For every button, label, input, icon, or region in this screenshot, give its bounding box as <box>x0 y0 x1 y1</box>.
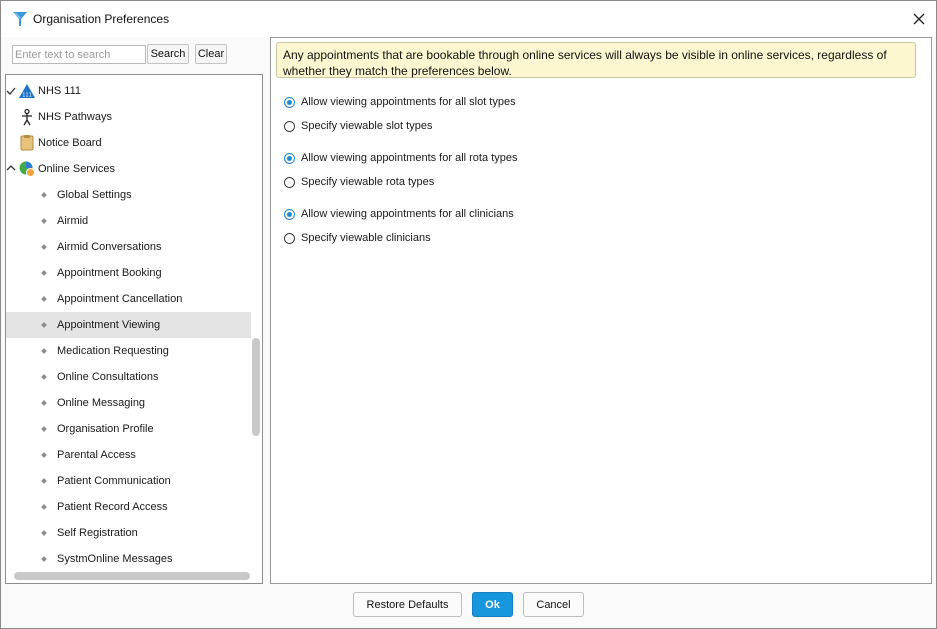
radio-label: Specify viewable rota types <box>301 176 435 188</box>
radio-button[interactable] <box>284 96 295 108</box>
online-services-globe-icon <box>19 161 35 177</box>
tree-item-systmonline-messages[interactable]: SystmOnline Messages <box>6 546 251 572</box>
diamond-bullet-icon <box>41 296 47 302</box>
diamond-bullet-icon <box>41 452 47 458</box>
tree-item-nhs-111[interactable]: 111 NHS 111 <box>6 78 251 104</box>
diamond-bullet-icon <box>41 530 47 536</box>
tree-item-nhs-pathways[interactable]: NHS Pathways <box>6 104 251 130</box>
radio-all-clinicians[interactable]: Allow viewing appointments for all clini… <box>284 205 514 223</box>
radio-button[interactable] <box>284 232 295 244</box>
tree-item-label: Medication Requesting <box>57 345 169 357</box>
tree-item-appointment-cancellation[interactable]: Appointment Cancellation <box>6 286 251 312</box>
diamond-bullet-icon <box>41 348 47 354</box>
diamond-bullet-icon <box>41 374 47 380</box>
radio-button[interactable] <box>284 120 295 132</box>
tree-item-label: Airmid <box>57 215 89 227</box>
window-title: Organisation Preferences <box>33 12 170 26</box>
tree-item-label: Online Services <box>38 163 116 175</box>
vertical-scrollbar[interactable] <box>252 338 260 436</box>
nhs111-icon: 111 <box>19 84 35 99</box>
radio-button[interactable] <box>284 152 295 164</box>
close-button[interactable] <box>907 8 931 30</box>
tree-item-organisation-profile[interactable]: Organisation Profile <box>6 416 251 442</box>
diamond-bullet-icon <box>41 426 47 432</box>
diamond-bullet-icon <box>41 270 47 276</box>
tree-item-self-registration[interactable]: Self Registration <box>6 520 251 546</box>
preferences-content-panel: Any appointments that are bookable throu… <box>270 37 932 584</box>
checkmark-icon <box>6 87 16 95</box>
tree-item-label: Patient Record Access <box>57 501 168 513</box>
tree-item-label: Parental Access <box>57 449 136 461</box>
tree-item-label: Online Messaging <box>57 397 146 409</box>
tree-item-airmid[interactable]: Airmid <box>6 208 251 234</box>
diamond-bullet-icon <box>41 504 47 510</box>
tree-item-online-messaging[interactable]: Online Messaging <box>6 390 251 416</box>
tree-item-global-settings[interactable]: Global Settings <box>6 182 251 208</box>
app-logo-icon <box>13 12 27 26</box>
radio-all-slot-types[interactable]: Allow viewing appointments for all slot … <box>284 93 516 111</box>
radio-label: Allow viewing appointments for all slot … <box>301 96 516 108</box>
tree-item-online-services[interactable]: Online Services <box>6 156 251 182</box>
tree-item-parental-access[interactable]: Parental Access <box>6 442 251 468</box>
tree-item-label: Online Consultations <box>57 371 159 383</box>
diamond-bullet-icon <box>41 218 47 224</box>
search-button[interactable]: Search <box>147 44 189 64</box>
notice-board-icon <box>20 135 34 151</box>
tree-item-label: Airmid Conversations <box>57 241 162 253</box>
cancel-button[interactable]: Cancel <box>523 592 584 617</box>
radio-button[interactable] <box>284 208 295 220</box>
tree-item-label: Self Registration <box>57 527 138 539</box>
tree-item-patient-record-access[interactable]: Patient Record Access <box>6 494 251 520</box>
tree-item-label: Notice Board <box>38 137 102 149</box>
tree-item-label: Appointment Viewing <box>57 319 161 331</box>
tree-item-label: Organisation Profile <box>57 423 154 435</box>
radio-all-rota-types[interactable]: Allow viewing appointments for all rota … <box>284 149 517 167</box>
horizontal-scrollbar[interactable] <box>14 572 250 580</box>
tree-item-appointment-booking[interactable]: Appointment Booking <box>6 260 251 286</box>
diamond-bullet-icon <box>41 244 47 250</box>
tree-item-medication-requesting[interactable]: Medication Requesting <box>6 338 251 364</box>
tree-item-label: Patient Communication <box>57 475 171 487</box>
radio-label: Allow viewing appointments for all rota … <box>301 152 518 164</box>
person-pathways-icon <box>22 108 32 126</box>
diamond-bullet-icon <box>41 192 47 198</box>
dialog-window: Organisation Preferences Search Clear 11… <box>0 0 937 629</box>
clear-button[interactable]: Clear <box>195 44 227 64</box>
tree-item-label: Global Settings <box>57 189 132 201</box>
info-banner: Any appointments that are bookable throu… <box>276 42 916 78</box>
tree-item-appointment-viewing[interactable]: Appointment Viewing <box>6 312 251 338</box>
close-icon <box>913 13 925 25</box>
tree-item-patient-communication[interactable]: Patient Communication <box>6 468 251 494</box>
radio-label: Allow viewing appointments for all clini… <box>301 208 514 220</box>
search-input[interactable] <box>12 45 146 64</box>
tree-item-online-consultations[interactable]: Online Consultations <box>6 364 251 390</box>
radio-button[interactable] <box>284 176 295 188</box>
radio-specify-rota-types[interactable]: Specify viewable rota types <box>284 173 434 191</box>
tree-item-label: SystmOnline Messages <box>57 553 173 565</box>
radio-specify-slot-types[interactable]: Specify viewable slot types <box>284 117 432 135</box>
preferences-tree[interactable]: 111 NHS 111 NHS Pathways Notice Board On… <box>5 74 263 584</box>
svg-text:111: 111 <box>22 93 32 99</box>
radio-label: Specify viewable slot types <box>301 120 433 132</box>
tree-item-label: NHS 111 <box>38 85 82 97</box>
ok-button[interactable]: Ok <box>472 592 513 617</box>
chevron-down-icon <box>6 165 16 171</box>
tree-item-label: Appointment Booking <box>57 267 162 279</box>
diamond-bullet-icon <box>41 478 47 484</box>
tree-item-label: Appointment Cancellation <box>57 293 183 305</box>
tree-item-notice-board[interactable]: Notice Board <box>6 130 251 156</box>
radio-label: Specify viewable clinicians <box>301 232 431 244</box>
radio-specify-clinicians[interactable]: Specify viewable clinicians <box>284 229 431 247</box>
tree-item-airmid-conversations[interactable]: Airmid Conversations <box>6 234 251 260</box>
diamond-bullet-icon <box>41 556 47 562</box>
restore-defaults-button[interactable]: Restore Defaults <box>353 592 462 617</box>
diamond-bullet-icon <box>41 400 47 406</box>
tree-item-label: NHS Pathways <box>38 111 112 123</box>
title-bar: Organisation Preferences <box>1 1 936 37</box>
diamond-bullet-icon <box>41 322 47 328</box>
